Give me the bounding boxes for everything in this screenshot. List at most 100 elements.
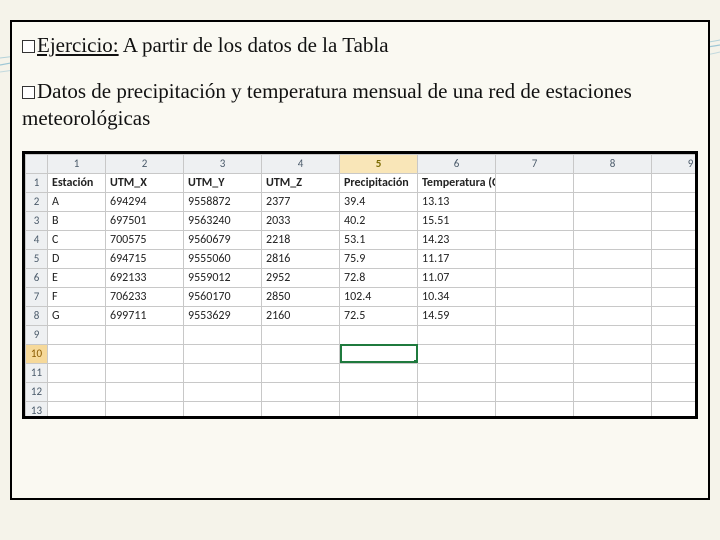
row-header[interactable]: 8 bbox=[26, 306, 48, 325]
row-header[interactable]: 1 bbox=[26, 173, 48, 192]
row-header[interactable]: 11 bbox=[26, 363, 48, 382]
row-header[interactable]: 12 bbox=[26, 382, 48, 401]
cell[interactable] bbox=[496, 173, 574, 192]
cell[interactable] bbox=[184, 363, 262, 382]
cell[interactable] bbox=[48, 401, 106, 419]
cell[interactable] bbox=[418, 344, 496, 363]
cell[interactable]: F bbox=[48, 287, 106, 306]
cell[interactable] bbox=[574, 382, 652, 401]
cell[interactable] bbox=[574, 287, 652, 306]
cell[interactable]: C bbox=[48, 230, 106, 249]
cell[interactable] bbox=[496, 211, 574, 230]
col-header[interactable]: 3 bbox=[184, 154, 262, 173]
cell[interactable] bbox=[48, 344, 106, 363]
cell[interactable]: 9560679 bbox=[184, 230, 262, 249]
row-header[interactable]: 7 bbox=[26, 287, 48, 306]
col-header-selected[interactable]: 5 bbox=[340, 154, 418, 173]
cell[interactable]: 40.2 bbox=[340, 211, 418, 230]
cell[interactable] bbox=[262, 325, 340, 344]
cell[interactable] bbox=[106, 325, 184, 344]
cell[interactable] bbox=[496, 287, 574, 306]
cell[interactable]: 9563240 bbox=[184, 211, 262, 230]
cell[interactable]: A bbox=[48, 192, 106, 211]
cell[interactable] bbox=[184, 344, 262, 363]
cell[interactable] bbox=[652, 249, 699, 268]
cell[interactable]: 102.4 bbox=[340, 287, 418, 306]
cell[interactable] bbox=[106, 344, 184, 363]
cell[interactable] bbox=[652, 268, 699, 287]
cell[interactable]: 72.8 bbox=[340, 268, 418, 287]
cell[interactable]: Estación bbox=[48, 173, 106, 192]
cell[interactable] bbox=[340, 401, 418, 419]
cell[interactable]: B bbox=[48, 211, 106, 230]
cell[interactable]: 694294 bbox=[106, 192, 184, 211]
cell[interactable] bbox=[574, 401, 652, 419]
cell[interactable]: UTM_Z bbox=[262, 173, 340, 192]
cell[interactable]: 75.9 bbox=[340, 249, 418, 268]
active-cell[interactable] bbox=[340, 344, 418, 363]
cell[interactable] bbox=[652, 173, 699, 192]
cell[interactable] bbox=[652, 287, 699, 306]
cell[interactable]: UTM_X bbox=[106, 173, 184, 192]
cell[interactable]: 700575 bbox=[106, 230, 184, 249]
cell[interactable] bbox=[184, 382, 262, 401]
row-header-selected[interactable]: 10 bbox=[26, 344, 48, 363]
cell[interactable]: 692133 bbox=[106, 268, 184, 287]
cell[interactable]: 10.34 bbox=[418, 287, 496, 306]
cell[interactable] bbox=[340, 325, 418, 344]
cell[interactable]: E bbox=[48, 268, 106, 287]
cell[interactable] bbox=[418, 325, 496, 344]
cell[interactable] bbox=[106, 382, 184, 401]
cell[interactable] bbox=[652, 325, 699, 344]
cell[interactable] bbox=[496, 382, 574, 401]
cell[interactable] bbox=[496, 230, 574, 249]
cell[interactable] bbox=[48, 325, 106, 344]
col-header[interactable]: 1 bbox=[48, 154, 106, 173]
cell[interactable]: 2377 bbox=[262, 192, 340, 211]
col-header[interactable]: 6 bbox=[418, 154, 496, 173]
cell[interactable]: 9553629 bbox=[184, 306, 262, 325]
cell[interactable]: 2160 bbox=[262, 306, 340, 325]
cell[interactable]: 2952 bbox=[262, 268, 340, 287]
row-header[interactable]: 2 bbox=[26, 192, 48, 211]
cell[interactable] bbox=[652, 230, 699, 249]
cell[interactable] bbox=[496, 344, 574, 363]
cell[interactable]: 14.59 bbox=[418, 306, 496, 325]
cell[interactable] bbox=[574, 192, 652, 211]
col-header[interactable]: 8 bbox=[574, 154, 652, 173]
cell[interactable] bbox=[496, 325, 574, 344]
cell[interactable]: Precipitación bbox=[340, 173, 418, 192]
cell[interactable] bbox=[652, 306, 699, 325]
row-header[interactable]: 4 bbox=[26, 230, 48, 249]
cell[interactable]: 11.07 bbox=[418, 268, 496, 287]
cell[interactable] bbox=[496, 401, 574, 419]
cell[interactable] bbox=[262, 363, 340, 382]
cell[interactable]: 9560170 bbox=[184, 287, 262, 306]
cell[interactable] bbox=[340, 363, 418, 382]
cell[interactable] bbox=[652, 344, 699, 363]
cell[interactable] bbox=[496, 249, 574, 268]
cell[interactable] bbox=[574, 306, 652, 325]
cell[interactable] bbox=[574, 363, 652, 382]
cell[interactable] bbox=[184, 325, 262, 344]
cell[interactable] bbox=[106, 363, 184, 382]
cell[interactable]: 9559012 bbox=[184, 268, 262, 287]
row-header[interactable]: 13 bbox=[26, 401, 48, 419]
cell[interactable] bbox=[418, 401, 496, 419]
cell[interactable]: G bbox=[48, 306, 106, 325]
cell[interactable] bbox=[574, 325, 652, 344]
col-header[interactable]: 9 bbox=[652, 154, 699, 173]
cell[interactable]: 694715 bbox=[106, 249, 184, 268]
row-header[interactable]: 6 bbox=[26, 268, 48, 287]
cell[interactable] bbox=[496, 268, 574, 287]
cell[interactable] bbox=[184, 401, 262, 419]
cell[interactable] bbox=[652, 192, 699, 211]
row-header[interactable]: 9 bbox=[26, 325, 48, 344]
cell[interactable]: UTM_Y bbox=[184, 173, 262, 192]
cell[interactable]: 53.1 bbox=[340, 230, 418, 249]
cell[interactable]: 9558872 bbox=[184, 192, 262, 211]
cell[interactable]: 706233 bbox=[106, 287, 184, 306]
cell[interactable] bbox=[496, 363, 574, 382]
cell[interactable]: 72.5 bbox=[340, 306, 418, 325]
cell[interactable] bbox=[652, 363, 699, 382]
